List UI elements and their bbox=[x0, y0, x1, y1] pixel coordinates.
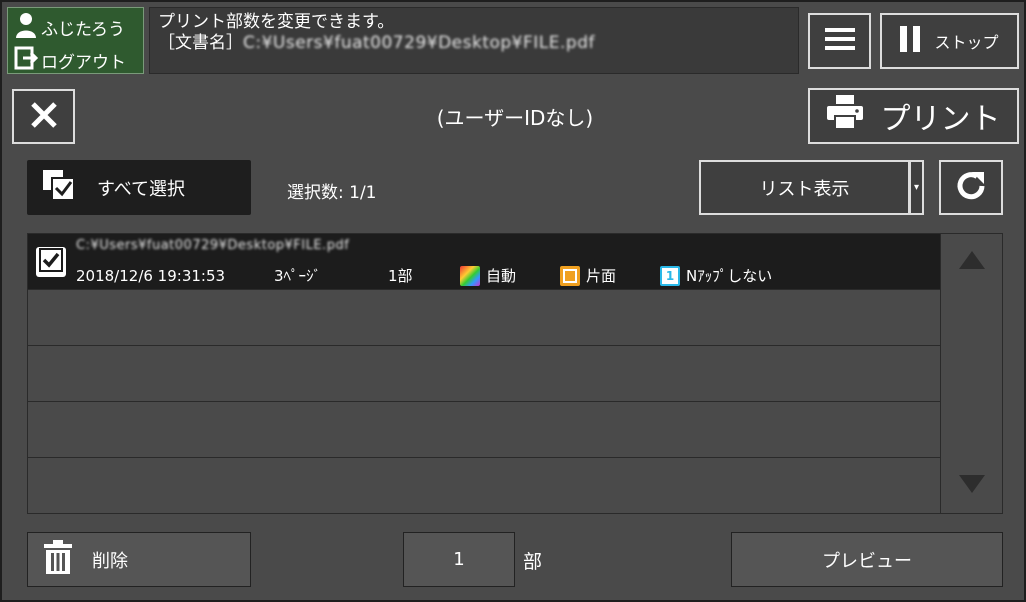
scroll-up-button[interactable] bbox=[941, 234, 1002, 290]
selection-count: 選択数: 1/1 bbox=[287, 183, 377, 203]
trash-icon bbox=[44, 540, 72, 579]
user-name: ふじたろう bbox=[41, 20, 125, 40]
table-row bbox=[28, 290, 940, 346]
preview-label: プレビュー bbox=[822, 550, 912, 572]
delete-button[interactable]: 削除 bbox=[27, 532, 251, 587]
document-label: ［文書名］ bbox=[158, 33, 243, 53]
user-name-row: ふじたろう bbox=[14, 12, 125, 43]
document-name: C:¥Users¥fuat00729¥Desktop¥FILE.pdf bbox=[243, 33, 595, 53]
user-icon bbox=[14, 12, 38, 43]
job-color-mode: 自動 bbox=[486, 267, 517, 285]
delete-label: 削除 bbox=[92, 550, 128, 572]
menu-button[interactable] bbox=[808, 13, 871, 69]
job-n-up: Nｱｯﾌﾟしない bbox=[686, 267, 773, 285]
stop-button[interactable]: ストップ bbox=[880, 13, 1019, 69]
printer-icon bbox=[826, 95, 863, 137]
table-row bbox=[28, 458, 940, 514]
table-row[interactable]: C:¥Users¥fuat00729¥Desktop¥FILE.pdf 2018… bbox=[28, 234, 940, 290]
select-all-icon bbox=[43, 170, 75, 205]
n-up-icon: 1 bbox=[660, 265, 680, 286]
select-all-button[interactable]: すべて選択 bbox=[27, 160, 251, 215]
color-auto-icon bbox=[460, 265, 480, 286]
pause-icon bbox=[900, 26, 921, 56]
copies-field[interactable]: 1 bbox=[403, 532, 515, 587]
scroll-down-button[interactable] bbox=[941, 458, 1002, 514]
logout-label: ログアウト bbox=[41, 53, 126, 73]
row-checkbox[interactable] bbox=[36, 247, 66, 277]
job-copies: 1部 bbox=[388, 267, 413, 285]
view-dropdown-button[interactable]: ▾ bbox=[909, 160, 924, 215]
print-button[interactable]: プリント bbox=[808, 88, 1019, 144]
user-panel[interactable]: ふじたろう ログアウト bbox=[7, 7, 144, 74]
refresh-button[interactable] bbox=[939, 160, 1003, 215]
table-row bbox=[28, 402, 940, 458]
page-title: (ユーザーIDなし) bbox=[436, 106, 594, 130]
copies-unit-label: 部 bbox=[523, 551, 543, 573]
table-row bbox=[28, 346, 940, 402]
hamburger-icon bbox=[824, 27, 855, 55]
scrollbar[interactable] bbox=[940, 233, 1003, 514]
job-file-name: C:¥Users¥fuat00729¥Desktop¥FILE.pdf bbox=[76, 238, 350, 253]
stop-label: ストップ bbox=[934, 33, 999, 52]
checkmark-icon bbox=[39, 248, 63, 276]
chevron-down-icon: ▾ bbox=[913, 182, 920, 193]
document-line: ［文書名］C:¥Users¥fuat00729¥Desktop¥FILE.pdf bbox=[158, 33, 790, 54]
close-icon bbox=[30, 101, 58, 133]
job-list: C:¥Users¥fuat00729¥Desktop¥FILE.pdf 2018… bbox=[27, 233, 941, 514]
print-label: プリント bbox=[880, 102, 1001, 137]
job-meta: 2018/12/6 19:31:53 3ﾍﾟｰｼﾞ 1部 自動 片面 1 Nｱｯ… bbox=[76, 265, 772, 286]
logout-icon bbox=[14, 46, 39, 75]
triangle-down-icon bbox=[958, 475, 985, 497]
select-all-label: すべて選択 bbox=[97, 178, 186, 200]
refresh-icon bbox=[955, 170, 987, 206]
job-sides: 片面 bbox=[586, 267, 617, 285]
app-frame: ふじたろう ログアウト プリント部数を変更できます。 ［文書名］C:¥Users… bbox=[0, 0, 1026, 602]
single-sided-icon bbox=[560, 265, 580, 286]
message-area: プリント部数を変更できます。 ［文書名］C:¥Users¥fuat00729¥D… bbox=[149, 7, 799, 74]
message-line: プリント部数を変更できます。 bbox=[158, 12, 395, 32]
list-view-button[interactable]: リスト表示 bbox=[699, 160, 910, 215]
job-pages: 3ﾍﾟｰｼﾞ bbox=[274, 267, 322, 285]
triangle-up-icon bbox=[958, 251, 985, 273]
list-view-label: リスト表示 bbox=[759, 178, 850, 200]
logout-link[interactable]: ログアウト bbox=[14, 46, 126, 75]
close-button[interactable] bbox=[12, 89, 75, 144]
job-date: 2018/12/6 19:31:53 bbox=[76, 266, 226, 285]
preview-button[interactable]: プレビュー bbox=[731, 532, 1003, 587]
